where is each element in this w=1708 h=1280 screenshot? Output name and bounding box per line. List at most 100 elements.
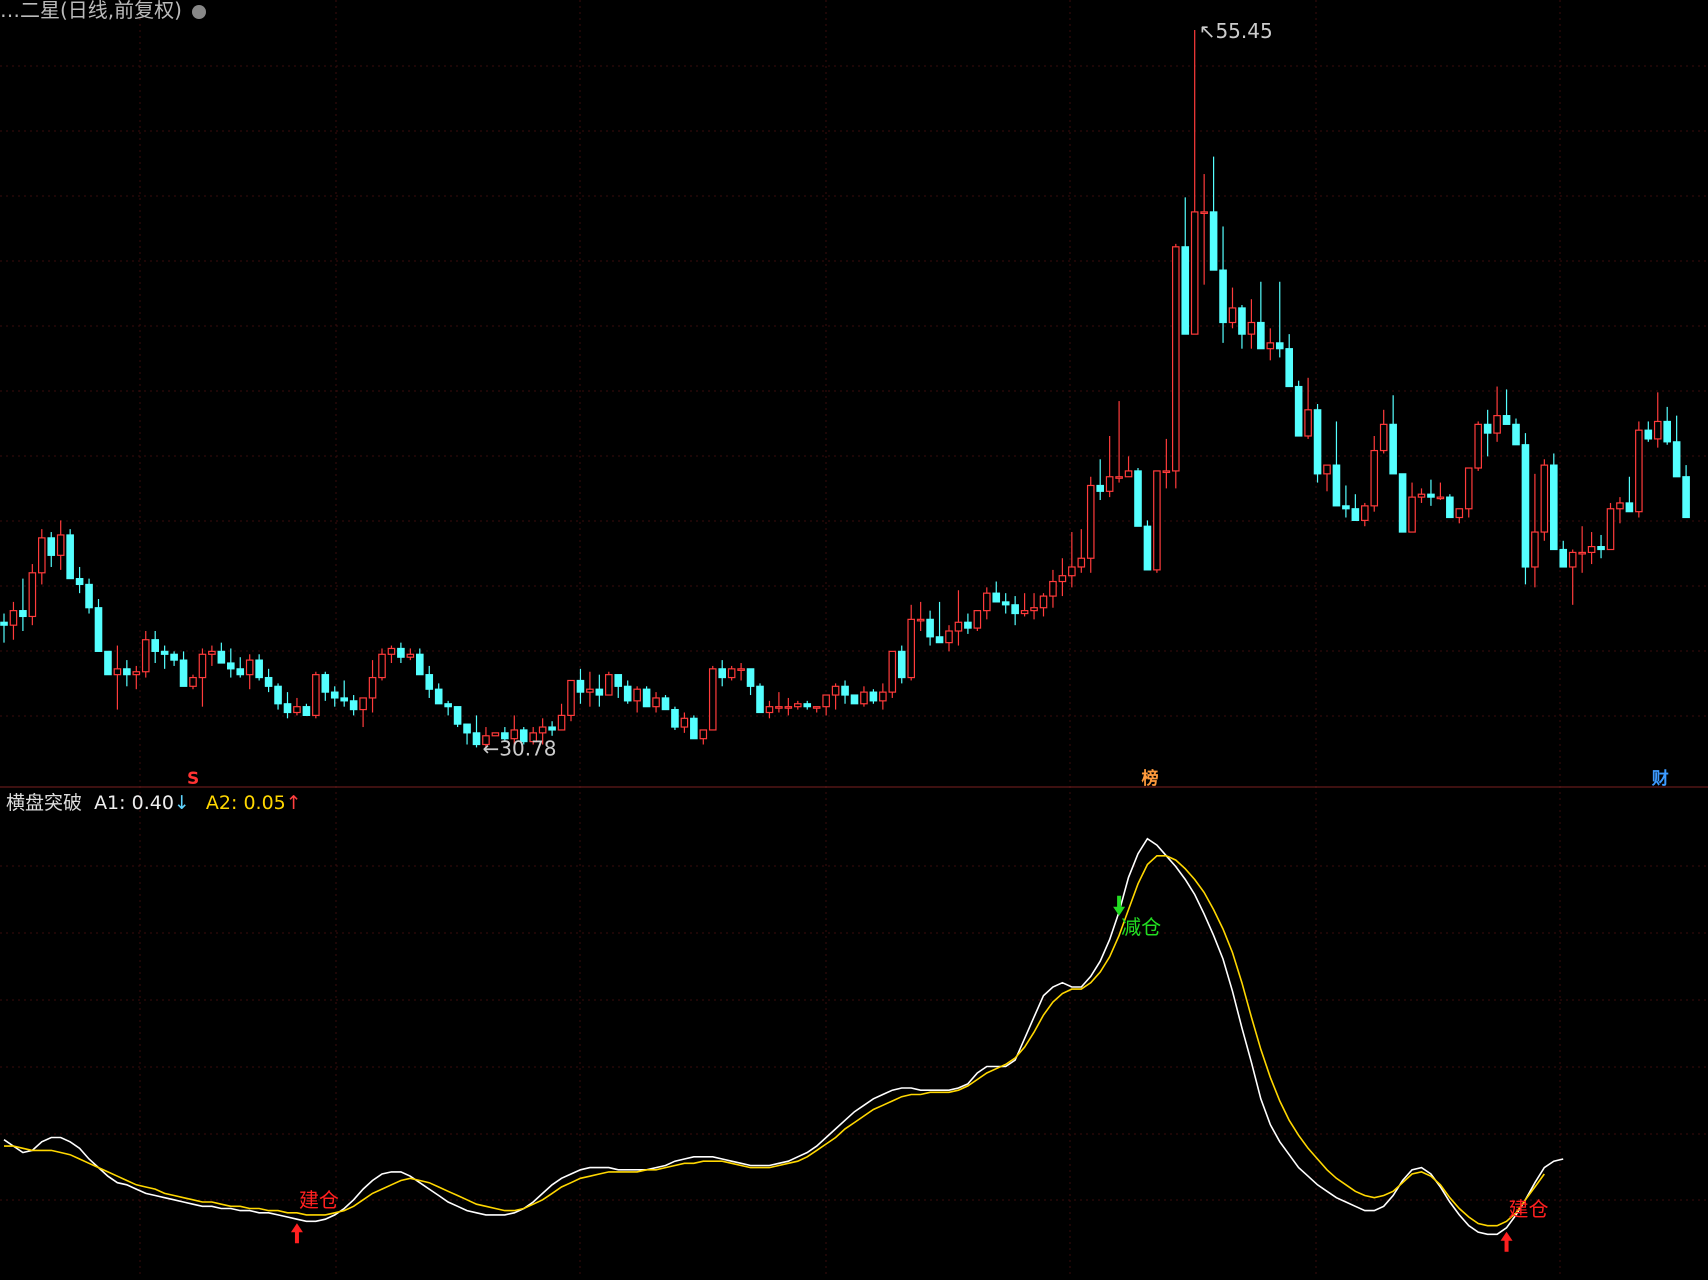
candle bbox=[94, 598, 103, 652]
candle bbox=[1001, 593, 1010, 614]
candle-body bbox=[1398, 473, 1407, 533]
candle-body bbox=[1275, 342, 1284, 350]
candle-body bbox=[255, 659, 263, 679]
candle bbox=[491, 732, 500, 737]
candle-body bbox=[1483, 423, 1492, 434]
candle bbox=[208, 645, 216, 666]
candle bbox=[1483, 409, 1492, 457]
candle bbox=[160, 645, 169, 669]
candle bbox=[444, 700, 452, 716]
candle-body bbox=[1606, 508, 1615, 551]
candle bbox=[1171, 243, 1180, 489]
candle bbox=[803, 700, 812, 710]
candlestick-series bbox=[0, 30, 1690, 748]
candle bbox=[822, 694, 830, 716]
candle bbox=[1077, 529, 1086, 573]
candle bbox=[746, 668, 755, 696]
candle bbox=[1332, 421, 1341, 507]
candle bbox=[1162, 438, 1171, 489]
chart-stage[interactable]: ↖55.45 ←30.78 S 榜 财 建仓 减仓 建仓 …二星(日线,前复权) 横盘突破… bbox=[0, 0, 1708, 1276]
candle-body bbox=[604, 674, 613, 696]
candle-body bbox=[312, 674, 320, 717]
candle-body bbox=[340, 697, 349, 702]
indicator-lines bbox=[3, 837, 1564, 1236]
candle bbox=[1408, 482, 1416, 533]
chart-title-bar: …二星(日线,前复权) bbox=[0, 0, 207, 23]
event-marker: 榜 bbox=[1141, 768, 1158, 789]
candle bbox=[198, 648, 207, 707]
candle bbox=[1360, 502, 1369, 527]
candle bbox=[1200, 174, 1208, 285]
candle bbox=[1285, 334, 1294, 388]
candle bbox=[1682, 465, 1690, 519]
buy-arrow-icon bbox=[290, 1223, 303, 1244]
candle-body bbox=[1531, 531, 1539, 568]
candle bbox=[132, 665, 141, 690]
candle bbox=[453, 706, 462, 728]
candle bbox=[982, 587, 991, 620]
candle-body bbox=[227, 662, 235, 670]
candle-body bbox=[1115, 476, 1123, 479]
candle-body bbox=[982, 592, 991, 612]
event-markers: S榜财 bbox=[187, 768, 1669, 789]
candle-body bbox=[1086, 484, 1095, 559]
candle bbox=[1512, 418, 1520, 446]
candle bbox=[642, 686, 651, 708]
candle bbox=[784, 697, 793, 716]
event-marker: S bbox=[187, 769, 199, 789]
candle bbox=[293, 697, 301, 716]
candle-body bbox=[964, 621, 972, 629]
candle-body bbox=[1332, 464, 1341, 507]
candle-body bbox=[397, 647, 405, 658]
candle-body bbox=[1011, 604, 1019, 615]
candle bbox=[1124, 456, 1133, 478]
indicator-name[interactable]: 横盘突破 bbox=[6, 792, 82, 814]
candle-body bbox=[737, 668, 745, 671]
candle bbox=[151, 631, 160, 664]
candle bbox=[1587, 532, 1596, 565]
candle-body bbox=[775, 706, 783, 709]
candle-body bbox=[1587, 545, 1596, 554]
candle bbox=[170, 651, 178, 666]
candle bbox=[548, 721, 556, 736]
candle-body bbox=[1068, 566, 1076, 577]
a1-label: A1: bbox=[94, 792, 126, 814]
candle bbox=[1096, 459, 1105, 501]
candle-body bbox=[576, 679, 585, 693]
candle bbox=[869, 689, 878, 704]
candle bbox=[1474, 421, 1483, 471]
settings-dot-icon[interactable] bbox=[192, 4, 207, 19]
signal-label: 减仓 bbox=[1121, 915, 1161, 939]
candle-body bbox=[614, 674, 623, 687]
candle bbox=[179, 651, 188, 687]
candle bbox=[283, 692, 292, 719]
candle bbox=[1502, 389, 1511, 425]
candle-body bbox=[170, 653, 178, 661]
candle-body bbox=[321, 674, 330, 693]
candle-body bbox=[841, 685, 849, 696]
candle bbox=[1294, 380, 1303, 437]
candle bbox=[727, 665, 736, 681]
candle bbox=[765, 700, 774, 719]
candle-body bbox=[1379, 423, 1388, 452]
candle-body bbox=[387, 647, 396, 655]
candle bbox=[1039, 593, 1048, 617]
candle bbox=[236, 657, 245, 678]
candle-body bbox=[538, 726, 547, 734]
candle bbox=[1521, 433, 1530, 585]
candle-body bbox=[208, 650, 216, 655]
candle-body bbox=[954, 621, 963, 632]
candle-body bbox=[1493, 415, 1501, 434]
candle bbox=[472, 715, 481, 748]
candle-body bbox=[803, 703, 812, 708]
kline-chart-svg[interactable]: ↖55.45 ←30.78 S 榜 财 建仓 减仓建仓 bbox=[0, 0, 1708, 1276]
candle-body bbox=[1427, 493, 1435, 498]
candle-body bbox=[1653, 420, 1662, 440]
candle bbox=[1011, 596, 1019, 626]
candle-body bbox=[123, 668, 131, 676]
candle bbox=[434, 683, 443, 705]
candle-body bbox=[680, 717, 689, 728]
candle-body bbox=[274, 685, 282, 705]
candle-body bbox=[1219, 269, 1227, 324]
candle-body bbox=[1228, 307, 1237, 324]
